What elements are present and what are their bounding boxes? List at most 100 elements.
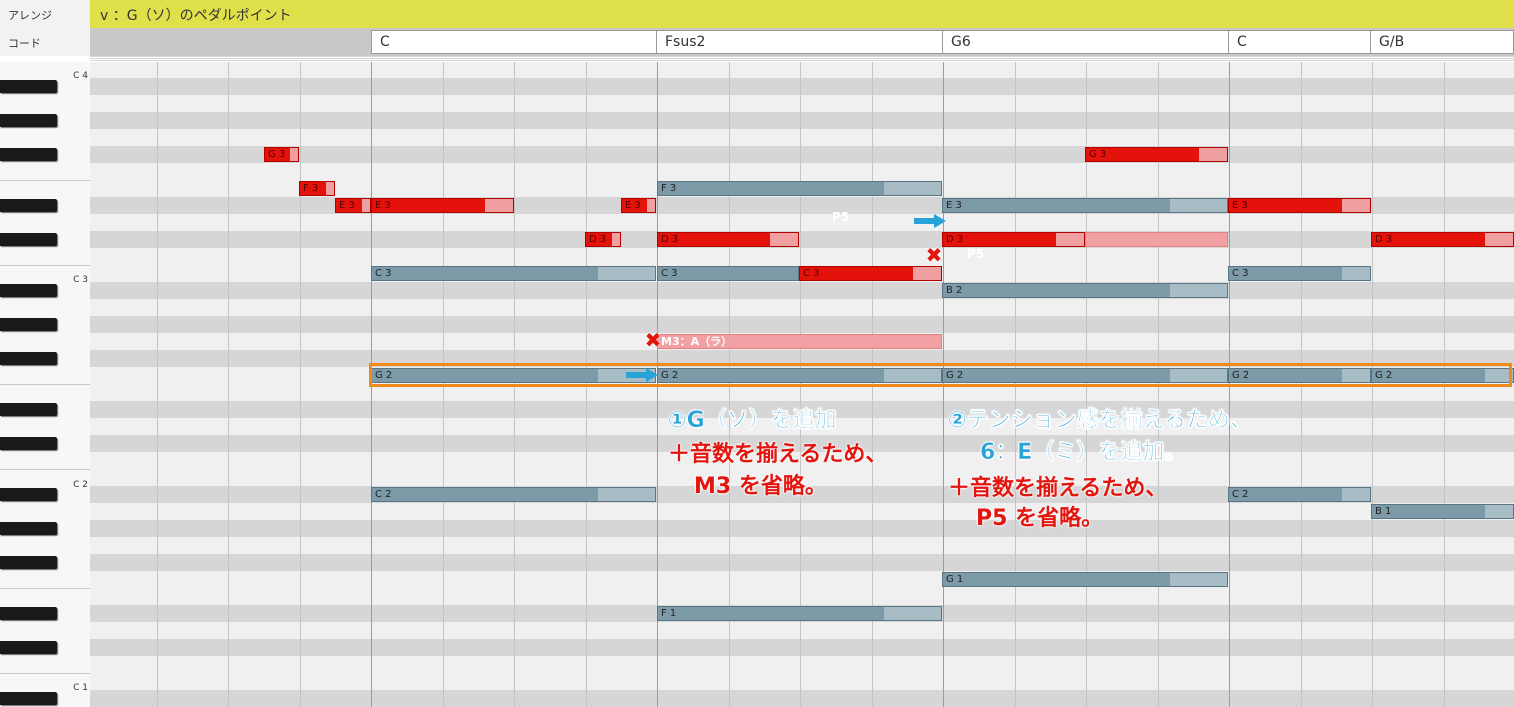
midi-note[interactable]: F 3 bbox=[299, 181, 335, 196]
note-release-tail bbox=[1485, 505, 1513, 518]
midi-note[interactable]: C 3 bbox=[657, 266, 799, 281]
note-label: B 2 bbox=[946, 285, 963, 296]
p5-label: P5 bbox=[967, 247, 985, 261]
note-label: E 3 bbox=[375, 200, 391, 211]
black-key[interactable] bbox=[0, 607, 57, 620]
note-label: C 3 bbox=[803, 268, 820, 279]
black-key[interactable] bbox=[0, 556, 57, 569]
note-label: D 3 bbox=[1375, 234, 1393, 245]
white-key-divider bbox=[0, 384, 90, 385]
annotation-2-line2: 6：E（ミ）を追加。 bbox=[980, 440, 1187, 465]
note-release-tail bbox=[1170, 199, 1227, 212]
chord-cell[interactable]: C bbox=[1228, 30, 1371, 54]
note-label: E 3 bbox=[625, 200, 641, 211]
annotation-1-line2: ＋音数を揃えるため、 bbox=[668, 442, 888, 467]
black-key[interactable] bbox=[0, 80, 57, 93]
midi-note[interactable]: C 2 bbox=[371, 487, 656, 502]
note-release-tail bbox=[1342, 199, 1370, 212]
grid-line bbox=[228, 62, 229, 707]
midi-note[interactable]: G 3 bbox=[1085, 147, 1228, 162]
midi-note[interactable]: E 3 bbox=[335, 198, 371, 213]
black-key[interactable] bbox=[0, 522, 57, 535]
annotation-2-line4: P5 を省略。 bbox=[976, 506, 1104, 531]
black-key[interactable] bbox=[0, 352, 57, 365]
chord-cell[interactable]: C bbox=[371, 30, 657, 54]
midi-note[interactable]: C 3 bbox=[799, 266, 942, 281]
p5-label: P5 bbox=[832, 210, 850, 224]
midi-note[interactable]: G 3 bbox=[264, 147, 299, 162]
chord-cell[interactable]: G6 bbox=[942, 30, 1229, 54]
note-label: B 1 bbox=[1375, 506, 1392, 517]
note-label: C 3 bbox=[375, 268, 392, 279]
midi-note[interactable]: G 1 bbox=[942, 572, 1228, 587]
midi-note[interactable]: D 3 bbox=[657, 232, 799, 247]
right-arrow-icon bbox=[626, 368, 658, 382]
midi-note[interactable]: B 2 bbox=[942, 283, 1228, 298]
white-key-divider bbox=[0, 588, 90, 589]
midi-note[interactable]: D 3 bbox=[1371, 232, 1514, 247]
note-release-tail bbox=[290, 148, 298, 161]
midi-note[interactable] bbox=[1085, 232, 1228, 247]
chord-row-label: コード bbox=[8, 37, 41, 50]
note-label: F 1 bbox=[661, 608, 677, 619]
note-release-tail bbox=[770, 233, 798, 246]
black-key[interactable] bbox=[0, 488, 57, 501]
black-key[interactable] bbox=[0, 114, 57, 127]
note-release-tail bbox=[647, 199, 655, 212]
midi-note[interactable]: F 1 bbox=[657, 606, 942, 621]
note-release-tail bbox=[598, 267, 655, 280]
midi-note[interactable]: D 3 bbox=[942, 232, 1085, 247]
octave-label: C 3 bbox=[73, 275, 88, 285]
midi-note[interactable]: D 3 bbox=[585, 232, 621, 247]
midi-note[interactable]: C 3 bbox=[371, 266, 656, 281]
midi-note[interactable]: C 2 bbox=[1228, 487, 1371, 502]
chord-track: C Fsus2 G6 C G/B bbox=[90, 28, 1514, 56]
note-label: G 3 bbox=[268, 149, 286, 160]
note-label: E 3 bbox=[1232, 200, 1248, 211]
annotation-1-line3: M3 を省略。 bbox=[694, 474, 827, 499]
midi-note[interactable]: C 3 bbox=[1228, 266, 1371, 281]
black-key[interactable] bbox=[0, 437, 57, 450]
black-key[interactable] bbox=[0, 148, 57, 161]
note-label: C 3 bbox=[661, 268, 678, 279]
midi-note[interactable]: M3：A（ラ） bbox=[657, 334, 942, 349]
black-key[interactable] bbox=[0, 641, 57, 654]
track-label-column: アレンジ コード bbox=[0, 0, 91, 56]
piano-roll-grid[interactable]: G 3F 3E 3E 3E 3D 3C 3G 2C 2F 3D 3C 3C 3M… bbox=[90, 62, 1514, 707]
note-label: F 3 bbox=[303, 183, 319, 194]
arrange-row-label: アレンジ bbox=[8, 9, 52, 22]
black-key[interactable] bbox=[0, 692, 57, 705]
piano-keyboard[interactable]: C 4 C 3 C 2 C 1 bbox=[0, 62, 91, 707]
midi-note[interactable]: E 3 bbox=[371, 198, 514, 213]
black-key[interactable] bbox=[0, 233, 57, 246]
midi-note[interactable]: F 3 bbox=[657, 181, 942, 196]
note-release-tail bbox=[1485, 233, 1513, 246]
chord-cell[interactable]: G/B bbox=[1370, 30, 1514, 54]
note-release-tail bbox=[362, 199, 370, 212]
note-release-tail bbox=[1342, 488, 1370, 501]
arrange-track[interactable]: v ：G（ソ）のペダルポイント bbox=[90, 0, 1514, 29]
octave-label: C 2 bbox=[73, 480, 88, 490]
note-label: G 1 bbox=[946, 574, 964, 585]
black-key[interactable] bbox=[0, 318, 57, 331]
black-key[interactable] bbox=[0, 199, 57, 212]
note-release-tail bbox=[1170, 573, 1227, 586]
note-release-tail bbox=[1056, 233, 1084, 246]
white-key-divider bbox=[0, 265, 90, 266]
note-label: E 3 bbox=[946, 200, 962, 211]
midi-note[interactable]: B 1 bbox=[1371, 504, 1514, 519]
note-label: M3：A（ラ） bbox=[661, 335, 733, 348]
pedal-point-highlight bbox=[369, 363, 1512, 387]
black-key[interactable] bbox=[0, 403, 57, 416]
x-mark-icon: ✖ bbox=[644, 328, 662, 352]
midi-note[interactable]: E 3 bbox=[1228, 198, 1371, 213]
midi-note[interactable]: E 3 bbox=[621, 198, 656, 213]
grid-line bbox=[157, 62, 158, 707]
midi-note[interactable]: E 3 bbox=[942, 198, 1228, 213]
note-release-tail bbox=[884, 607, 941, 620]
note-release-tail bbox=[485, 199, 513, 212]
black-key[interactable] bbox=[0, 284, 57, 297]
chord-cell[interactable]: Fsus2 bbox=[656, 30, 943, 54]
right-arrow-icon bbox=[914, 214, 946, 228]
note-label: D 3 bbox=[661, 234, 679, 245]
